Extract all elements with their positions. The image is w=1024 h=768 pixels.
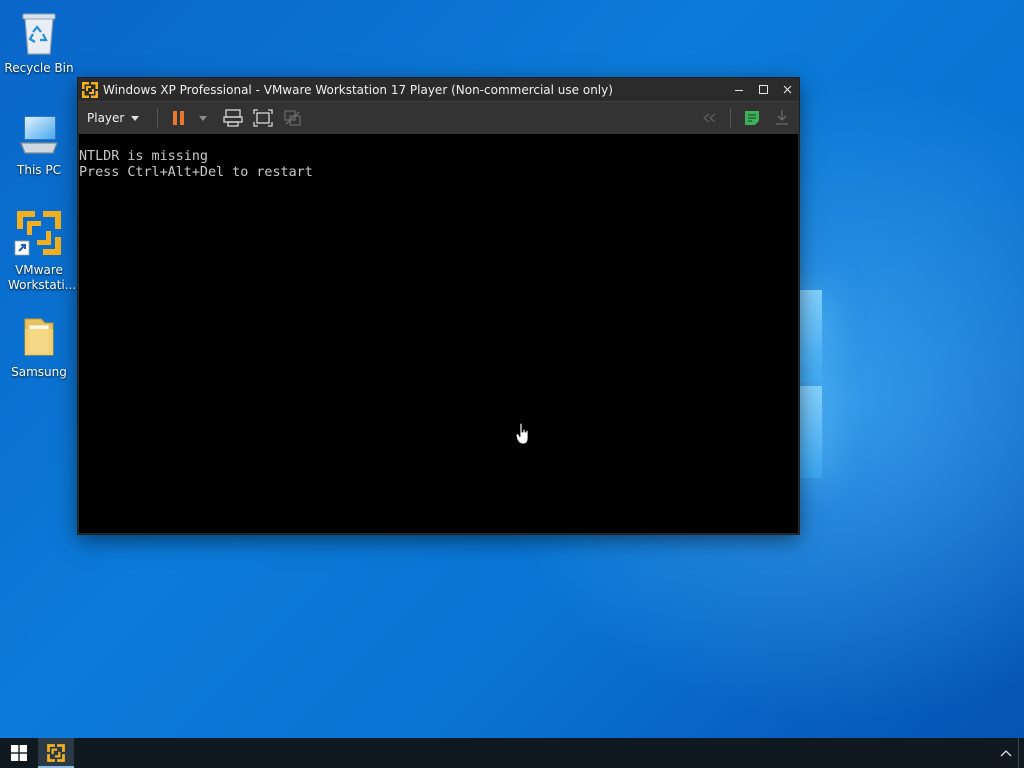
desktop-icon-label: This PC bbox=[17, 163, 61, 177]
vmware-shortcut-icon bbox=[1, 206, 77, 260]
windows-logo-icon bbox=[11, 745, 27, 761]
maximize-button[interactable] bbox=[751, 78, 775, 101]
console-line: Press Ctrl+Alt+Del to restart bbox=[79, 165, 313, 180]
player-menu-label: Player bbox=[87, 111, 125, 125]
computer-icon bbox=[1, 110, 77, 160]
show-desktop-button[interactable] bbox=[1018, 738, 1024, 768]
player-menu-button[interactable]: Player bbox=[85, 105, 141, 131]
send-ctrl-alt-del-icon bbox=[223, 109, 243, 127]
window-title: Windows XP Professional - VMware Worksta… bbox=[103, 82, 613, 97]
vmware-app-icon bbox=[81, 81, 99, 99]
minimize-button[interactable] bbox=[727, 78, 751, 101]
taskbar bbox=[0, 738, 1024, 768]
close-button[interactable] bbox=[775, 78, 799, 101]
power-dropdown-button[interactable] bbox=[196, 105, 210, 131]
toolbar-divider bbox=[157, 108, 159, 128]
window-titlebar[interactable]: Windows XP Professional - VMware Worksta… bbox=[78, 78, 799, 101]
desktop-icon-samsung[interactable]: Samsung bbox=[1, 312, 77, 380]
taskbar-item-vmware-player[interactable] bbox=[38, 738, 74, 768]
toolbar-divider bbox=[730, 108, 731, 128]
desktop-icon-vmware[interactable]: VMware Workstati... bbox=[1, 206, 77, 293]
fit-guest-button[interactable] bbox=[250, 105, 276, 131]
desktop-icon-recycle-bin[interactable]: Recycle Bin bbox=[1, 8, 77, 76]
unity-button[interactable] bbox=[280, 105, 306, 131]
notes-icon bbox=[745, 111, 759, 125]
recycle-bin-icon bbox=[1, 8, 77, 58]
unity-icon bbox=[284, 110, 301, 126]
folder-icon bbox=[1, 312, 77, 362]
dropdown-arrow-icon bbox=[199, 115, 208, 121]
download-icon bbox=[776, 110, 788, 125]
pause-icon bbox=[173, 111, 185, 125]
back-icon bbox=[703, 113, 716, 123]
desktop-icon-label: VMware Workstati... bbox=[8, 263, 77, 292]
show-hidden-icons-button[interactable] bbox=[998, 745, 1014, 761]
desktop: Recycle Bin This PC VMware Workstati... … bbox=[0, 0, 1024, 768]
vmware-player-icon bbox=[47, 744, 65, 762]
desktop-icon-label: Samsung bbox=[11, 365, 67, 379]
back-button[interactable] bbox=[696, 105, 722, 131]
hand-cursor-icon bbox=[515, 422, 530, 450]
desktop-icon-label: Recycle Bin bbox=[4, 61, 74, 75]
console-line: NTLDR is missing bbox=[79, 149, 208, 164]
chevron-down-icon bbox=[131, 115, 140, 121]
notes-button[interactable] bbox=[739, 105, 765, 131]
fit-guest-icon bbox=[253, 109, 273, 127]
desktop-icon-this-pc[interactable]: This PC bbox=[1, 110, 77, 178]
vmware-player-window: Windows XP Professional - VMware Worksta… bbox=[78, 78, 799, 534]
pause-button[interactable] bbox=[166, 105, 192, 131]
wallpaper-logo-pane bbox=[800, 386, 822, 478]
vm-console-screen[interactable]: NTLDR is missing Press Ctrl+Alt+Del to r… bbox=[79, 134, 798, 533]
close-icon bbox=[783, 85, 791, 94]
wallpaper-logo-pane bbox=[800, 290, 822, 382]
download-button[interactable] bbox=[769, 105, 795, 131]
start-button[interactable] bbox=[0, 738, 38, 768]
chevron-up-icon bbox=[1000, 750, 1012, 757]
minimize-icon bbox=[735, 90, 743, 91]
maximize-icon bbox=[758, 85, 768, 94]
vm-toolbar: Player bbox=[78, 101, 799, 135]
send-ctrl-alt-del-button[interactable] bbox=[220, 105, 246, 131]
